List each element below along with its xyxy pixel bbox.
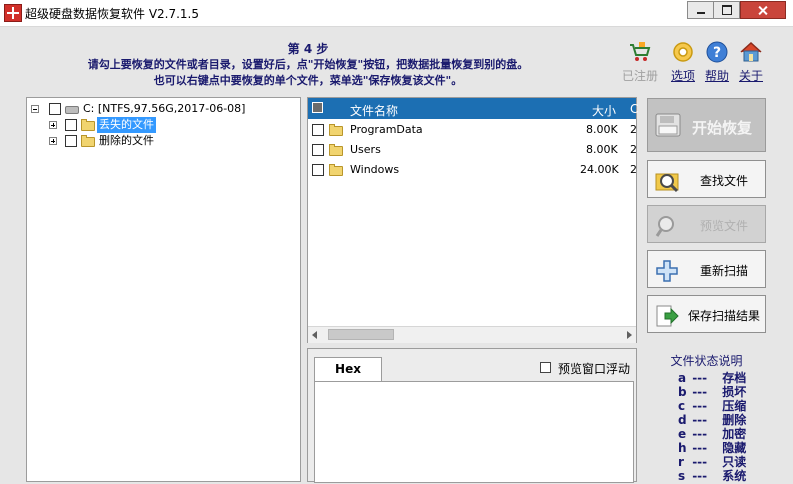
row-name: Windows <box>350 163 400 176</box>
folder-icon <box>81 135 95 147</box>
preview-file-label: 预览文件 <box>699 219 748 233</box>
scrollbar-thumb[interactable] <box>328 329 394 340</box>
find-file-label: 查找文件 <box>699 174 748 188</box>
registered-label: 已注册 <box>621 69 658 83</box>
row-name: Users <box>350 143 381 156</box>
row-size: 24.00K <box>580 163 619 176</box>
instruction-line-1: 请勾上要恢复的文件或者目录，设置好后，点"开始恢复"按钮，把数据批量恢复到别的盘… <box>87 58 529 71</box>
table-row[interactable]: Windows 24.00K 2 <box>308 160 637 180</box>
row-size: 8.00K <box>586 143 618 156</box>
maximize-button[interactable] <box>713 1 740 19</box>
collapse-icon[interactable] <box>31 105 39 113</box>
tree-item-label: 丢失的文件 <box>97 117 156 133</box>
step-title: 第 4 步 <box>287 42 329 56</box>
folder-icon <box>81 119 95 131</box>
row-checkbox[interactable] <box>312 144 324 156</box>
hex-view[interactable] <box>314 381 634 483</box>
minimize-button[interactable] <box>687 1 714 19</box>
about-tool[interactable]: 关于 <box>731 40 771 83</box>
tree-root-label: C: [NTFS,97.56G,2017-06-08] <box>83 102 246 115</box>
app-icon <box>4 4 22 22</box>
col-size-header[interactable]: 大小 <box>592 102 616 119</box>
folder-icon <box>329 164 343 176</box>
save-arrow-icon <box>656 305 679 327</box>
table-row[interactable]: ProgramData 8.00K 2 <box>308 120 637 140</box>
legend-title: 文件状态说明 <box>670 354 743 368</box>
scroll-left-icon[interactable] <box>312 331 317 339</box>
drive-icon <box>65 106 79 114</box>
start-recovery-label: 开始恢复 <box>691 119 752 137</box>
scroll-right-icon[interactable] <box>627 331 632 339</box>
preview-file-button[interactable]: 预览文件 <box>647 205 766 243</box>
expand-icon[interactable] <box>49 121 57 129</box>
deleted-files-checkbox[interactable] <box>65 135 77 147</box>
folder-icon <box>329 124 343 136</box>
expand-icon[interactable] <box>49 137 57 145</box>
table-row[interactable]: Users 8.00K 2 <box>308 140 637 160</box>
preview-panel: Hex 预览窗口浮动 <box>307 348 637 483</box>
folder-icon <box>329 144 343 156</box>
instruction-line-2: 也可以右键点中要恢复的单个文件，菜单选"保存恢复该文件"。 <box>153 74 463 87</box>
folder-tree[interactable]: C: [NTFS,97.56G,2017-06-08] 丢失的文件 删除的文件 <box>26 97 301 482</box>
start-recovery-button[interactable]: 开始恢复 <box>647 98 766 152</box>
disk-icon <box>655 113 681 137</box>
rescan-label: 重新扫描 <box>699 264 748 278</box>
tab-hex[interactable]: Hex <box>314 357 382 382</box>
rescan-button[interactable]: 重新扫描 <box>647 250 766 288</box>
col-extra-header[interactable]: C <box>630 102 638 116</box>
row-extra: 2 <box>630 123 637 136</box>
home-icon <box>740 41 762 62</box>
root-checkbox[interactable] <box>49 103 61 115</box>
select-all-checkbox[interactable] <box>312 102 323 113</box>
help-icon: ? <box>706 41 728 63</box>
window-title: 超级硬盘数据恢复软件 V2.7.1.5 <box>25 7 200 21</box>
horizontal-scrollbar[interactable] <box>308 326 636 343</box>
float-preview-label[interactable]: 预览窗口浮动 <box>558 360 630 377</box>
tree-item-label: 删除的文件 <box>99 134 154 147</box>
close-button[interactable] <box>740 1 786 19</box>
row-checkbox[interactable] <box>312 164 324 176</box>
save-scan-button[interactable]: 保存扫描结果 <box>647 295 766 333</box>
cart-icon <box>630 42 651 61</box>
about-label: 关于 <box>738 69 763 83</box>
lost-files-checkbox[interactable] <box>65 119 77 131</box>
row-name: ProgramData <box>350 123 423 136</box>
magnifier-icon <box>655 216 674 237</box>
find-file-button[interactable]: 查找文件 <box>647 160 766 198</box>
save-scan-label: 保存扫描结果 <box>687 309 760 323</box>
row-size: 8.00K <box>586 123 618 136</box>
legend-item: s --- 系统 <box>678 469 747 483</box>
search-folder-icon <box>655 173 679 193</box>
registered-tool[interactable]: 已注册 <box>620 40 660 83</box>
svg-text:?: ? <box>713 45 721 61</box>
list-header: 文件名称 大小 C <box>308 98 638 119</box>
row-checkbox[interactable] <box>312 124 324 136</box>
row-extra: 2 <box>630 163 637 176</box>
col-name-header[interactable]: 文件名称 <box>350 102 398 119</box>
file-list[interactable]: 文件名称 大小 C ProgramData 8.00K 2 Users 8.00… <box>307 97 638 343</box>
gear-icon <box>673 42 693 62</box>
float-preview-checkbox[interactable] <box>540 362 551 373</box>
row-extra: 2 <box>630 143 637 156</box>
plus-icon <box>656 260 678 282</box>
